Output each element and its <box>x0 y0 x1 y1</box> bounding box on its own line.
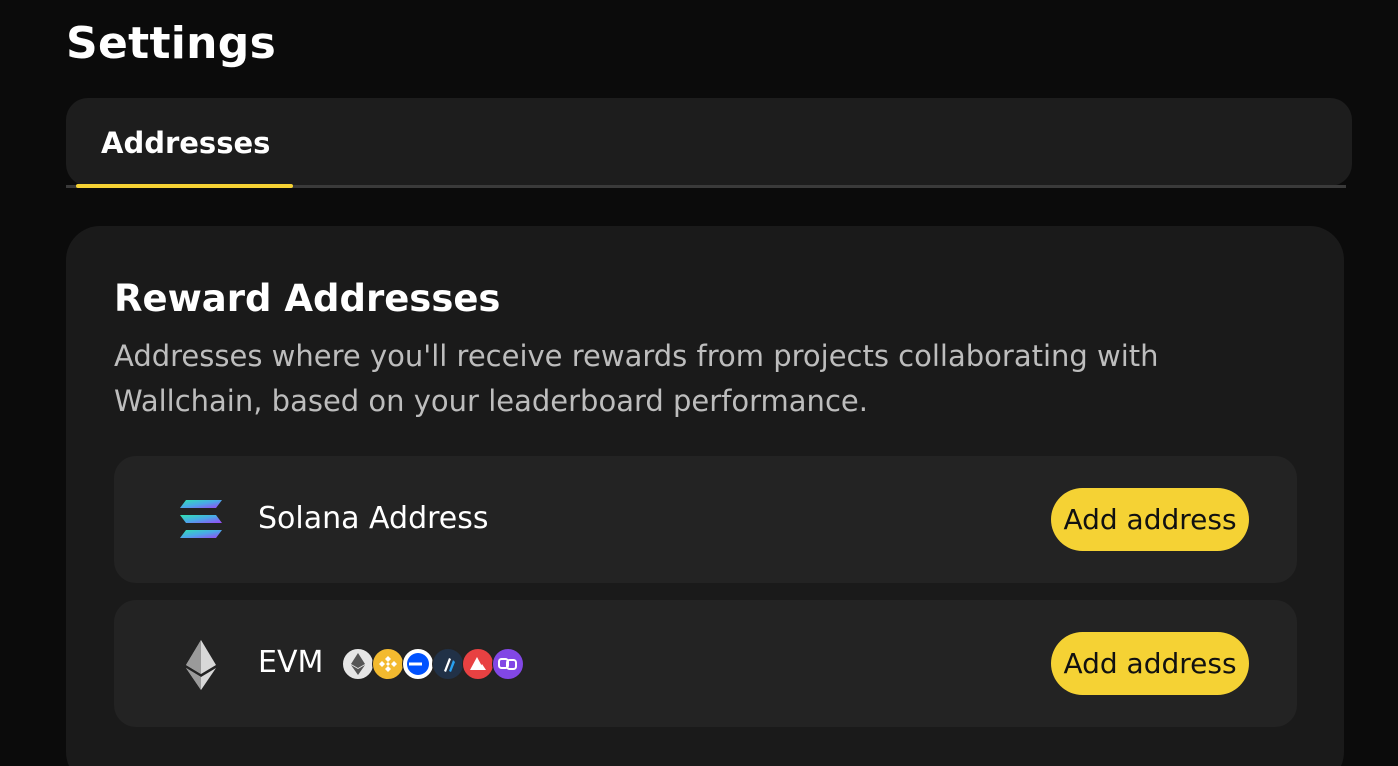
arbitrum-icon <box>432 648 464 680</box>
section-description: Addresses where you'll receive rewards f… <box>114 339 1159 418</box>
ethereum-icon <box>342 648 374 680</box>
section-title: Reward Addresses <box>114 277 501 320</box>
reward-addresses-card: Reward Addresses Addresses where you'll … <box>66 226 1344 766</box>
base-icon <box>402 648 434 680</box>
evm-label: EVM <box>258 645 324 680</box>
add-solana-address-button[interactable]: Add address <box>1051 488 1249 551</box>
polygon-icon <box>492 648 524 680</box>
tab-addresses-label: Addresses <box>101 126 271 160</box>
page-title: Settings <box>66 18 277 69</box>
add-evm-address-button[interactable]: Add address <box>1051 632 1249 695</box>
evm-chain-icons <box>342 648 524 680</box>
evm-address-row: EVM Add address <box>114 600 1297 727</box>
avalanche-icon <box>462 648 494 680</box>
solana-icon <box>178 496 224 542</box>
tab-addresses[interactable]: Addresses <box>76 98 293 188</box>
settings-page: Settings Addresses Reward Addresses Addr… <box>0 0 1398 766</box>
bnb-chain-icon <box>372 648 404 680</box>
active-tab-indicator <box>76 184 293 188</box>
solana-address-row: Solana Address Add address <box>114 456 1297 583</box>
solana-address-label: Solana Address <box>258 501 489 536</box>
ethereum-icon <box>178 640 224 690</box>
